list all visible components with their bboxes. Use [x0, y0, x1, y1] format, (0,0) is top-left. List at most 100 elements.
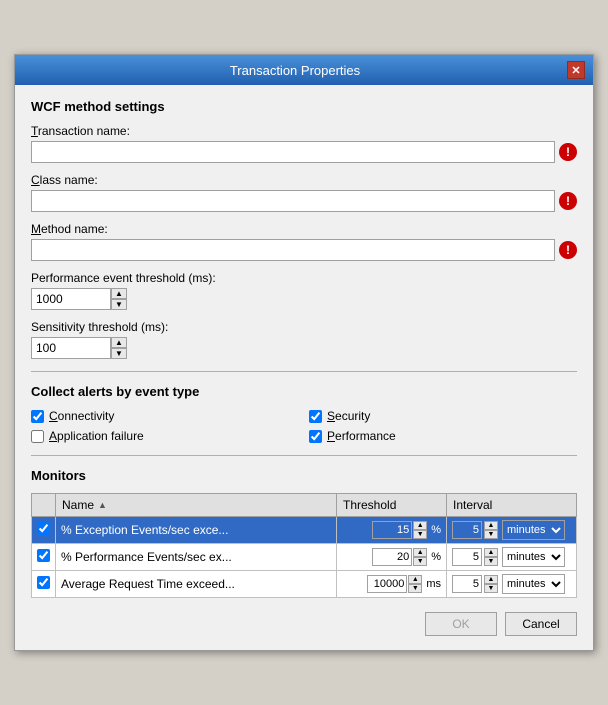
- cancel-button[interactable]: Cancel: [505, 612, 577, 636]
- sensitivity-threshold-label: Sensitivity threshold (ms):: [31, 320, 577, 334]
- transaction-name-label: Transaction name:: [31, 124, 577, 138]
- class-name-error-icon: !: [559, 192, 577, 210]
- alerts-checkboxes: Connectivity Security Application failur…: [31, 409, 577, 443]
- th-check: [32, 494, 56, 517]
- row-0-threshold-input[interactable]: [372, 521, 412, 539]
- security-checkbox[interactable]: [309, 410, 322, 423]
- row-0-interval-input[interactable]: [452, 521, 482, 539]
- appfailure-checkbox[interactable]: [31, 430, 44, 443]
- perf-threshold-up[interactable]: ▲: [111, 288, 127, 299]
- sensitivity-threshold-up[interactable]: ▲: [111, 337, 127, 348]
- dialog-body: WCF method settings Transaction name: ! …: [15, 85, 593, 650]
- row-0-threshold-unit: %: [431, 524, 441, 536]
- row-2-threshold-unit: ms: [426, 578, 441, 590]
- row-1-threshold-up[interactable]: ▲: [413, 548, 427, 557]
- row-0-interval-cell: ▲▼ minuteshoursseconds: [447, 517, 577, 544]
- row-0-threshold-cell: ▲▼%: [337, 517, 447, 544]
- th-name: Name ▲: [56, 494, 337, 517]
- row-2-threshold-input[interactable]: [367, 575, 407, 593]
- th-threshold: Threshold: [337, 494, 447, 517]
- row-2-threshold-down[interactable]: ▼: [408, 584, 422, 593]
- sensitivity-threshold-input[interactable]: [31, 337, 111, 359]
- method-name-row: !: [31, 239, 577, 261]
- perf-threshold-down[interactable]: ▼: [111, 299, 127, 310]
- performance-checkbox[interactable]: [309, 430, 322, 443]
- row-1-interval-select[interactable]: minuteshoursseconds: [502, 547, 565, 567]
- connectivity-checkbox[interactable]: [31, 410, 44, 423]
- transaction-name-row: !: [31, 141, 577, 163]
- row-1-interval-down[interactable]: ▼: [484, 557, 498, 566]
- transaction-name-error-icon: !: [559, 143, 577, 161]
- row-0-threshold-down[interactable]: ▼: [413, 530, 427, 539]
- class-name-label: Class name:: [31, 173, 577, 187]
- th-interval: Interval: [447, 494, 577, 517]
- dialog-title: Transaction Properties: [23, 63, 567, 78]
- row-2-interval-select[interactable]: minuteshoursseconds: [502, 574, 565, 594]
- row-2-check-cell: [32, 571, 56, 598]
- class-name-input[interactable]: [31, 190, 555, 212]
- row-1-threshold-unit: %: [431, 551, 441, 563]
- method-name-label: Method name:: [31, 222, 577, 236]
- wcf-section-title: WCF method settings: [31, 99, 577, 114]
- row-1-threshold-input[interactable]: [372, 548, 412, 566]
- row-2-interval-input[interactable]: [452, 575, 482, 593]
- transaction-properties-dialog: Transaction Properties ✕ WCF method sett…: [14, 54, 594, 651]
- connectivity-checkbox-item: Connectivity: [31, 409, 299, 423]
- perf-threshold-input[interactable]: [31, 288, 111, 310]
- row-1-interval-input[interactable]: [452, 548, 482, 566]
- dialog-buttons: OK Cancel: [31, 612, 577, 636]
- divider-1: [31, 371, 577, 372]
- row-1-checkbox[interactable]: [37, 549, 50, 562]
- divider-2: [31, 455, 577, 456]
- sensitivity-threshold-spinner: ▲ ▼: [31, 337, 577, 359]
- title-bar: Transaction Properties ✕: [15, 55, 593, 85]
- appfailure-checkbox-item: Application failure: [31, 429, 299, 443]
- perf-threshold-label: Performance event threshold (ms):: [31, 271, 577, 285]
- row-1-name: % Performance Events/sec ex...: [56, 544, 337, 571]
- row-2-threshold-cell: ▲▼ ms: [337, 571, 447, 598]
- row-1-threshold-down[interactable]: ▼: [413, 557, 427, 566]
- monitors-section-title: Monitors: [31, 468, 577, 483]
- security-label: Security: [327, 409, 370, 423]
- performance-checkbox-item: Performance: [309, 429, 577, 443]
- row-0-checkbox[interactable]: [37, 522, 50, 535]
- row-0-interval-up[interactable]: ▲: [484, 521, 498, 530]
- row-1-check-cell: [32, 544, 56, 571]
- performance-label: Performance: [327, 429, 396, 443]
- th-name-label: Name: [62, 498, 94, 512]
- row-2-interval-down[interactable]: ▼: [484, 584, 498, 593]
- sensitivity-threshold-buttons: ▲ ▼: [111, 337, 127, 359]
- row-2-name: Average Request Time exceed...: [56, 571, 337, 598]
- perf-threshold-buttons: ▲ ▼: [111, 288, 127, 310]
- sort-arrow-icon: ▲: [98, 500, 107, 510]
- class-name-row: !: [31, 190, 577, 212]
- alerts-section-title: Collect alerts by event type: [31, 384, 577, 399]
- row-2-interval-cell: ▲▼ minuteshoursseconds: [447, 571, 577, 598]
- security-checkbox-item: Security: [309, 409, 577, 423]
- monitors-table-header: Name ▲ Threshold Interval: [32, 494, 577, 517]
- table-row: % Exception Events/sec exce...▲▼%▲▼minut…: [32, 517, 577, 544]
- table-row: % Performance Events/sec ex...▲▼%▲▼minut…: [32, 544, 577, 571]
- method-name-input[interactable]: [31, 239, 555, 261]
- row-1-interval-cell: ▲▼ minuteshoursseconds: [447, 544, 577, 571]
- row-0-interval-down[interactable]: ▼: [484, 530, 498, 539]
- connectivity-label: Connectivity: [49, 409, 114, 423]
- method-name-error-icon: !: [559, 241, 577, 259]
- row-0-name: % Exception Events/sec exce...: [56, 517, 337, 544]
- row-2-checkbox[interactable]: [37, 576, 50, 589]
- table-row: Average Request Time exceed...▲▼ms▲▼minu…: [32, 571, 577, 598]
- appfailure-label: Application failure: [49, 429, 144, 443]
- row-2-interval-up[interactable]: ▲: [484, 575, 498, 584]
- transaction-name-input[interactable]: [31, 141, 555, 163]
- row-0-threshold-up[interactable]: ▲: [413, 521, 427, 530]
- row-0-interval-select[interactable]: minuteshoursseconds: [502, 520, 565, 540]
- ok-button[interactable]: OK: [425, 612, 497, 636]
- row-2-threshold-up[interactable]: ▲: [408, 575, 422, 584]
- monitors-table: Name ▲ Threshold Interval % Exception Ev…: [31, 493, 577, 598]
- row-0-check-cell: [32, 517, 56, 544]
- sensitivity-threshold-down[interactable]: ▼: [111, 348, 127, 359]
- close-button[interactable]: ✕: [567, 61, 585, 79]
- row-1-threshold-cell: ▲▼%: [337, 544, 447, 571]
- row-1-interval-up[interactable]: ▲: [484, 548, 498, 557]
- perf-threshold-spinner: ▲ ▼: [31, 288, 577, 310]
